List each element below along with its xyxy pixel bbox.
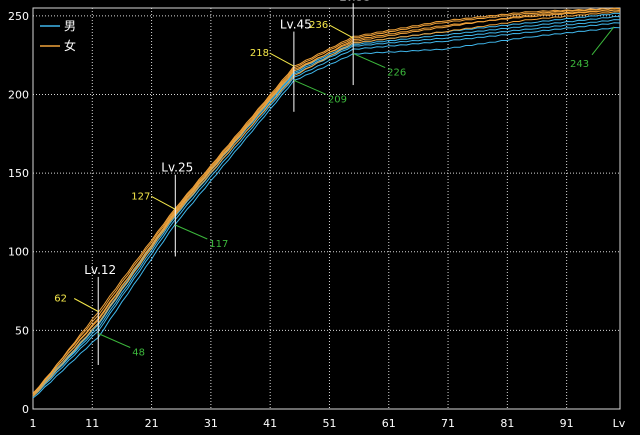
min-value-label: 209 [328, 94, 347, 105]
min-value-label: 48 [132, 348, 145, 359]
end-value-label: 243 [570, 59, 589, 70]
y-tick-label: 250 [8, 10, 29, 23]
level-marker-label: Lv.12 [84, 263, 116, 277]
x-tick-label: 51 [322, 417, 336, 430]
y-tick-label: 150 [8, 167, 29, 180]
max-value-label: 62 [54, 294, 67, 305]
x-tick-label: 91 [560, 417, 574, 430]
x-tick-label: 41 [263, 417, 277, 430]
y-tick-label: 100 [8, 246, 29, 259]
min-value-label: 117 [209, 239, 228, 250]
y-tick-label: 0 [22, 403, 29, 416]
x-axis-label: Lv [613, 417, 626, 430]
max-value-label: 236 [309, 20, 328, 31]
min-value-label: 226 [387, 68, 406, 79]
max-value-label: 218 [250, 48, 269, 59]
max-value-label: 127 [131, 191, 150, 202]
x-tick-label: 31 [204, 417, 218, 430]
y-tick-label: 50 [15, 324, 29, 337]
legend-label: 男 [64, 19, 76, 33]
x-tick-label: 81 [500, 417, 514, 430]
x-tick-label: 11 [85, 417, 99, 430]
x-tick-label: 61 [382, 417, 396, 430]
y-tick-label: 200 [8, 88, 29, 101]
x-tick-label: 21 [145, 417, 159, 430]
level-marker-label: Lv.45 [280, 18, 312, 32]
level-marker-label: Lv.55 [339, 0, 371, 3]
x-tick-label: 71 [441, 417, 455, 430]
legend-label: 女 [64, 38, 76, 53]
level-marker-label: Lv.25 [161, 161, 193, 175]
x-tick-label: 1 [30, 417, 37, 430]
chart: Lv.12 62 48 Lv.25 127 117 Lv.45 218 209 Lv.55 236 2… [0, 0, 640, 435]
